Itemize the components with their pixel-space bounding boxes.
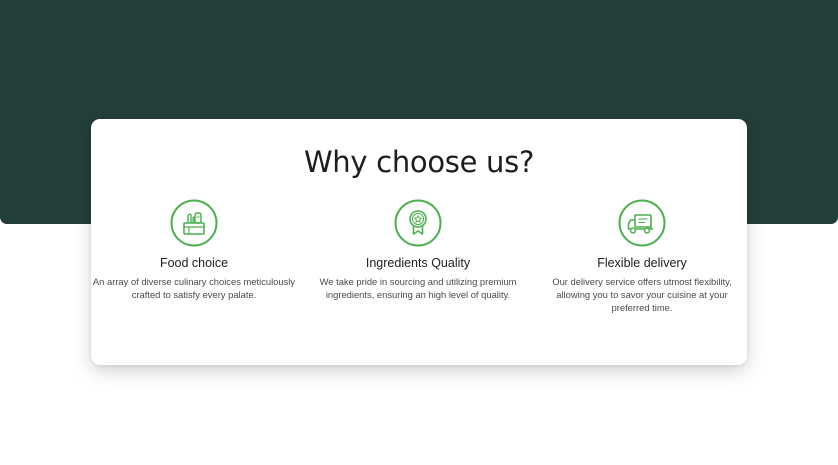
award-badge-icon — [394, 199, 442, 247]
feature-ingredients-quality: Ingredients Quality We take pride in sou… — [303, 199, 533, 301]
feature-flexible-delivery: Flexible delivery Our delivery service o… — [527, 199, 757, 314]
feature-description: We take pride in sourcing and utilizing … — [319, 276, 517, 300]
feature-title: Ingredients Quality — [365, 256, 471, 270]
page: Why choose us? Food choice An array of d… — [0, 0, 838, 465]
feature-title: Food choice — [159, 256, 229, 270]
grocery-basket-icon — [170, 199, 218, 247]
delivery-truck-icon — [618, 199, 666, 247]
feature-description: An array of diverse culinary choices met… — [92, 276, 296, 300]
why-choose-us-card: Why choose us? Food choice An array of d… — [91, 119, 747, 365]
feature-title: Flexible delivery — [597, 256, 687, 270]
feature-food-choice: Food choice An array of diverse culinary… — [79, 199, 309, 301]
feature-description: Our delivery service offers utmost flexi… — [552, 276, 732, 313]
section-title: Why choose us? — [303, 145, 535, 179]
